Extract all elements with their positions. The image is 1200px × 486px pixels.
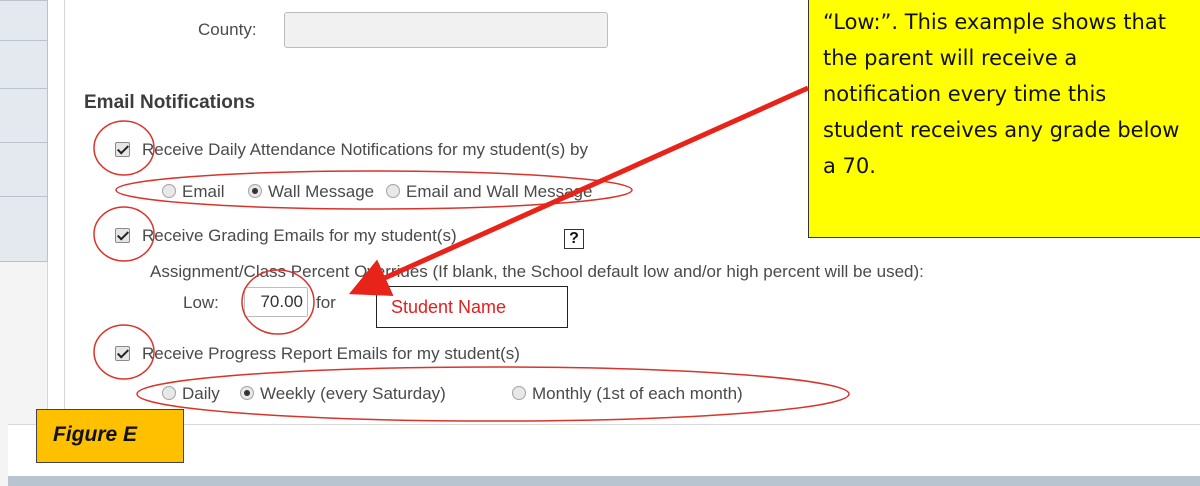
low-value-highlight-circle [241,269,315,335]
annotation-overlay [93,85,850,422]
arrow-icon [348,85,810,296]
options-highlight-ellipse [136,366,850,422]
checkbox-highlight-circle [93,206,155,262]
checkbox-highlight-circle [93,324,155,380]
checkbox-highlight-circle [93,120,155,176]
